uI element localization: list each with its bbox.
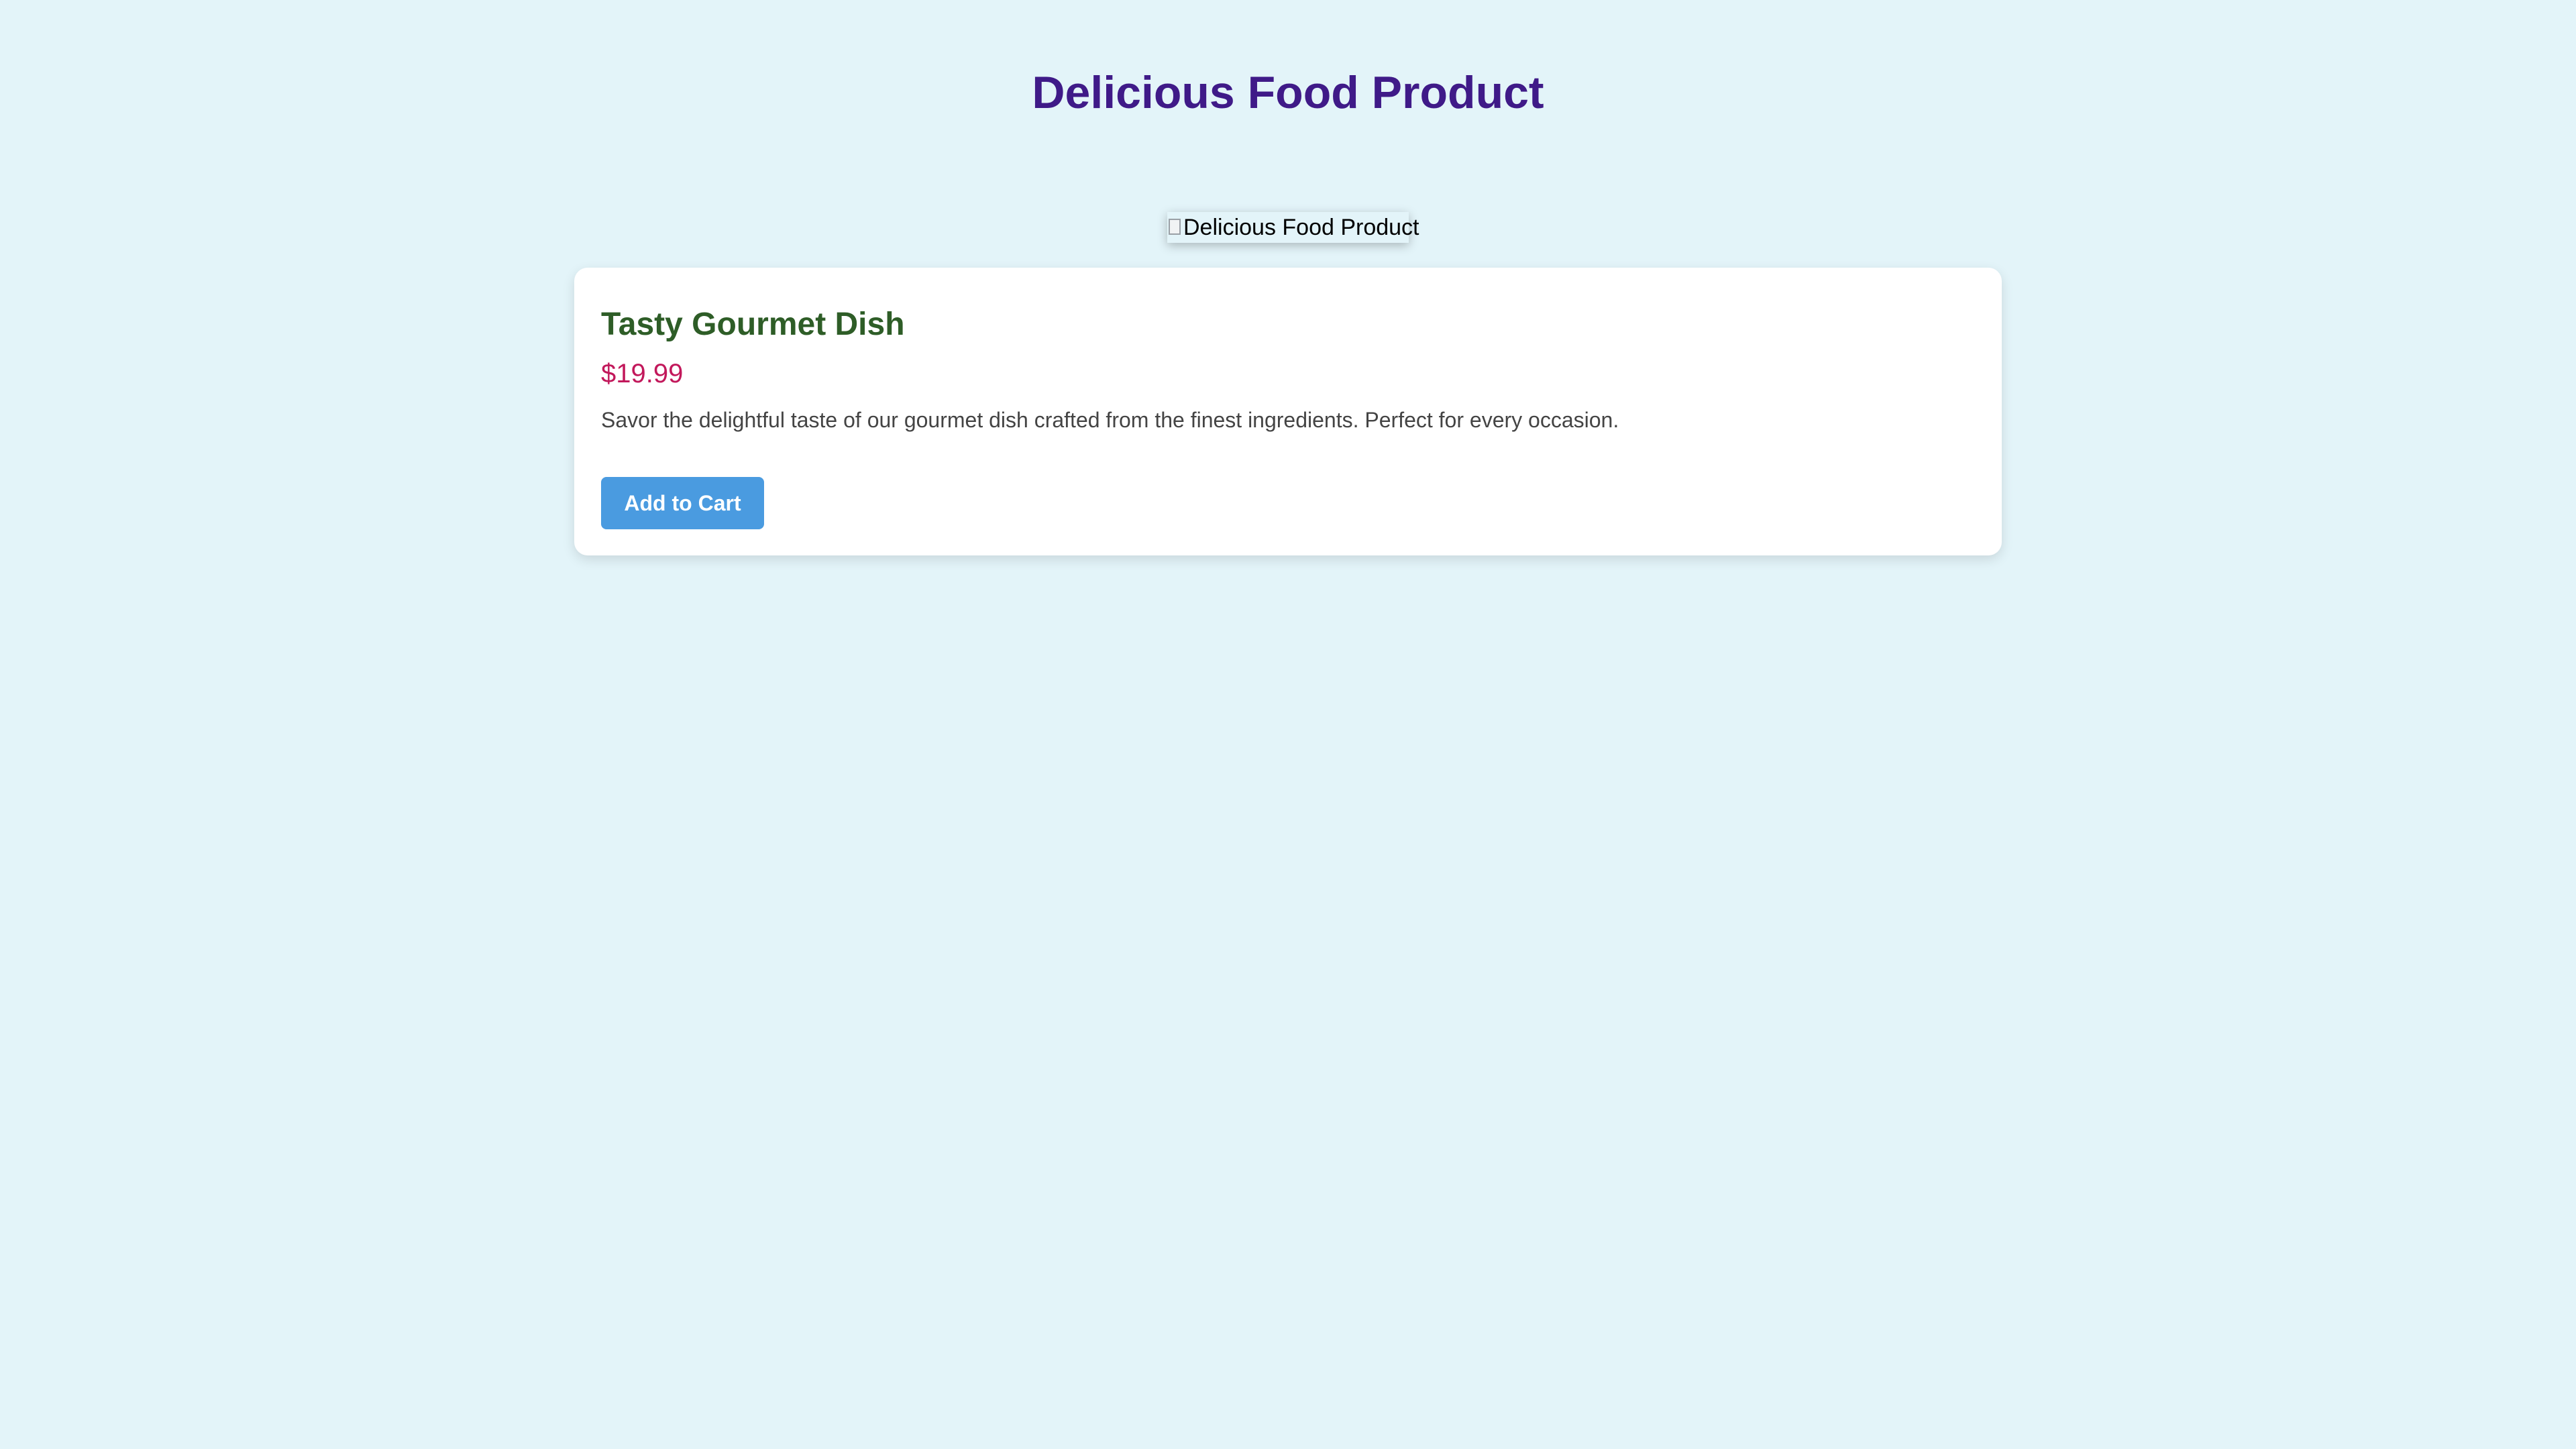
product-image: Delicious Food Product: [1167, 212, 1419, 243]
product-name: Tasty Gourmet Dish: [601, 307, 905, 342]
page-title: Delicious Food Product: [1032, 67, 1544, 118]
broken-image-icon: [1167, 217, 1183, 237]
product-card: Tasty Gourmet Dish $19.99 Savor the deli…: [574, 268, 2002, 555]
product-price: $19.99: [601, 359, 684, 388]
product-description: Savor the delightful taste of our gourme…: [601, 408, 1619, 432]
add-to-cart-button[interactable]: Add to Cart: [601, 477, 764, 529]
product-image-alt-text: Delicious Food Product: [1183, 215, 1419, 240]
